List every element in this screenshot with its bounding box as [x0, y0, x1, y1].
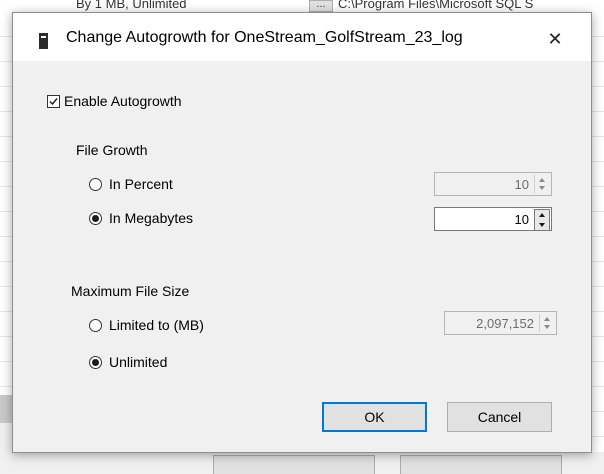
spinner-arrows[interactable] — [534, 209, 550, 231]
in-megabytes-radio[interactable] — [89, 212, 102, 225]
file-growth-heading: File Growth — [76, 142, 148, 158]
change-autogrowth-dialog: Change Autogrowth for OneStream_GolfStre… — [12, 12, 592, 453]
spin-down-icon — [544, 325, 550, 329]
percent-growth-value: 10 — [514, 177, 529, 192]
limited-size-value: 2,097,152 — [476, 316, 534, 331]
database-file-icon — [39, 33, 48, 49]
background-button[interactable] — [213, 455, 375, 474]
check-mark-icon — [49, 98, 58, 106]
background-button[interactable] — [400, 455, 562, 474]
spin-up-icon — [544, 317, 550, 321]
background-grid-right — [592, 12, 604, 452]
spin-down-icon[interactable] — [539, 223, 545, 227]
in-percent-radio[interactable] — [89, 178, 102, 191]
cancel-button[interactable]: Cancel — [447, 402, 552, 432]
unlimited-radio[interactable] — [89, 356, 102, 369]
in-megabytes-label[interactable]: In Megabytes — [109, 210, 193, 226]
background-row-path-text: C:\Program Files\Microsoft SQL S — [338, 0, 534, 11]
close-icon: ✕ — [547, 29, 563, 49]
limited-to-radio[interactable] — [89, 319, 102, 332]
megabytes-growth-spinner[interactable]: 10 — [434, 207, 552, 231]
limited-size-spinner: 2,097,152 — [444, 311, 557, 335]
limited-to-label[interactable]: Limited to (MB) — [109, 317, 204, 333]
close-button[interactable]: ✕ — [535, 24, 575, 54]
spinner-arrows — [534, 175, 549, 193]
ok-button[interactable]: OK — [322, 402, 427, 432]
spin-up-icon — [539, 178, 545, 182]
megabytes-growth-value[interactable]: 10 — [515, 212, 529, 227]
enable-autogrowth-label[interactable]: Enable Autogrowth — [64, 93, 182, 109]
spin-down-icon — [539, 186, 545, 190]
maximum-file-size-heading: Maximum File Size — [71, 283, 190, 299]
background-ellipsis-button[interactable]: ... — [309, 0, 333, 12]
enable-autogrowth-checkbox[interactable] — [47, 95, 60, 108]
background-scroll-strip — [0, 395, 12, 423]
spin-up-icon[interactable] — [539, 213, 545, 217]
in-percent-label[interactable]: In Percent — [109, 176, 173, 192]
background-grid-left — [0, 12, 12, 395]
percent-growth-spinner: 10 — [434, 172, 552, 196]
background-row-growth-text: By 1 MB, Unlimited — [76, 0, 187, 11]
dialog-titlebar: Change Autogrowth for OneStream_GolfStre… — [13, 13, 591, 61]
dialog-title: Change Autogrowth for OneStream_GolfStre… — [66, 29, 463, 46]
unlimited-label[interactable]: Unlimited — [109, 354, 167, 370]
spinner-arrows — [539, 314, 554, 332]
